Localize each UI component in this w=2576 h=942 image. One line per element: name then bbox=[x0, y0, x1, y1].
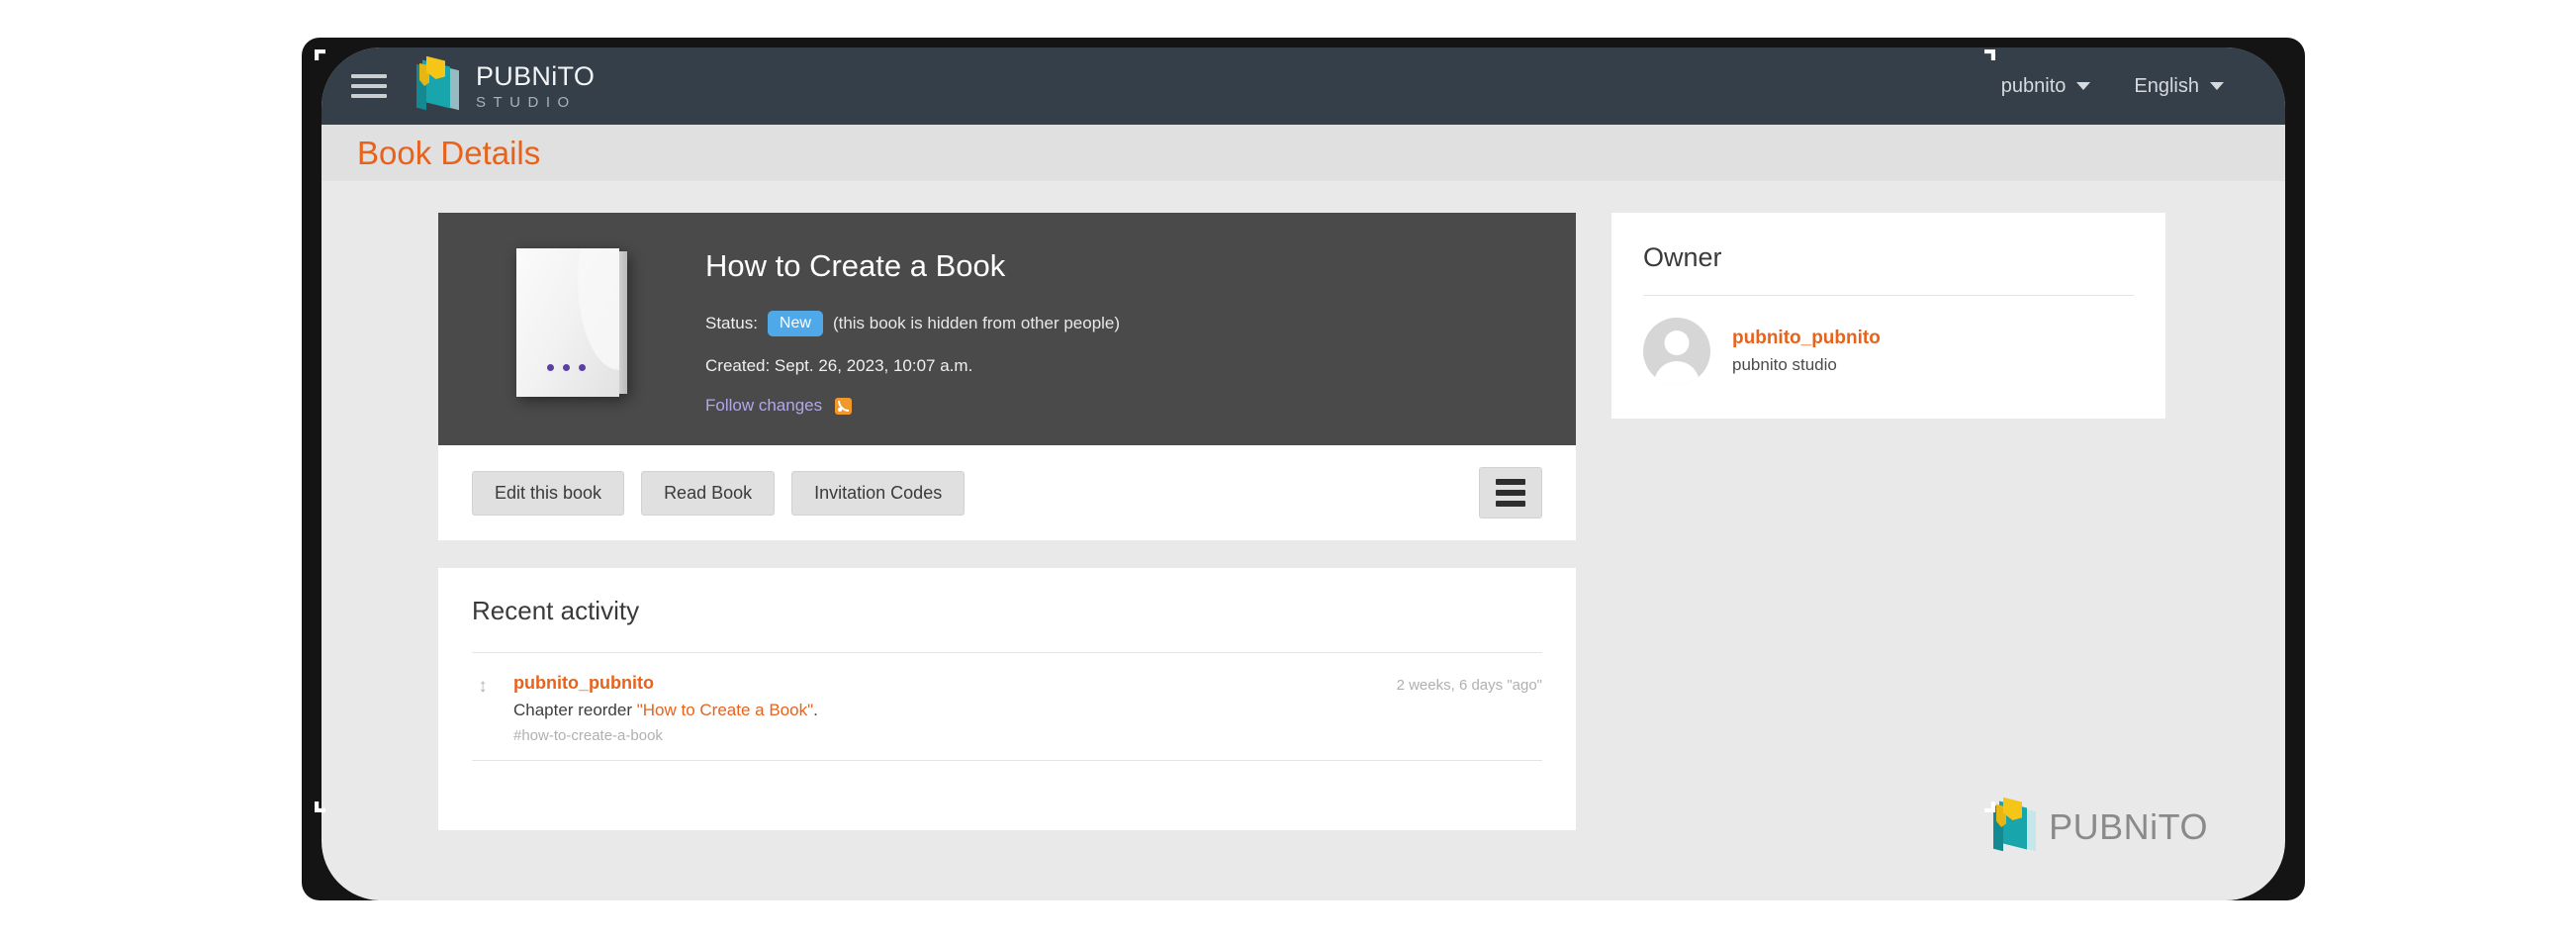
owner-row: pubnito_pubnito pubnito studio bbox=[1643, 318, 2134, 385]
activity-action-prefix: Chapter reorder bbox=[513, 701, 637, 719]
owner-divider bbox=[1643, 295, 2134, 296]
language-menu-dropdown[interactable]: English bbox=[2134, 75, 2224, 98]
recent-activity-card: Recent activity ↕ pubnito_pubnito Chapte… bbox=[438, 568, 1576, 830]
invitation-codes-button[interactable]: Invitation Codes bbox=[791, 470, 966, 516]
book-title: How to Create a Book bbox=[705, 248, 1006, 283]
reorder-arrows-icon: ↕ bbox=[478, 676, 488, 697]
activity-user-link[interactable]: pubnito_pubnito bbox=[513, 673, 654, 693]
hamburger-bar bbox=[351, 74, 387, 78]
activity-timestamp: 2 weeks, 6 days "ago" bbox=[1396, 677, 1542, 694]
book-cover-container bbox=[438, 242, 705, 416]
pubnito-book-logo bbox=[1993, 800, 2039, 855]
activity-slug: #how-to-create-a-book bbox=[513, 727, 663, 744]
book-action-bar: Edit this book Read Book Invitation Code… bbox=[438, 445, 1576, 540]
status-label: Status: bbox=[705, 314, 758, 332]
activity-body: pubnito_pubnito Chapter reorder "How to … bbox=[513, 673, 1377, 744]
status-badge: New bbox=[767, 311, 823, 336]
overflow-bar bbox=[1496, 501, 1525, 507]
edit-book-button[interactable]: Edit this book bbox=[472, 470, 625, 516]
owner-text: pubnito_pubnito pubnito studio bbox=[1732, 328, 1881, 375]
activity-description: Chapter reorder "How to Create a Book". bbox=[513, 701, 1377, 720]
owner-heading: Owner bbox=[1643, 242, 1722, 272]
hamburger-menu-icon[interactable] bbox=[351, 69, 391, 103]
browser-viewport: PUBNiTO STUDIO pubnito English Book Deta… bbox=[322, 47, 2285, 900]
book-status-line: Status: New (this book is hidden from ot… bbox=[705, 311, 1120, 336]
blank-book-cover[interactable] bbox=[516, 248, 627, 397]
activity-row bbox=[472, 760, 1542, 797]
pubnito-watermark: PUBNiTO bbox=[1993, 800, 2208, 855]
recent-activity-heading: Recent activity bbox=[472, 596, 640, 625]
cover-dot bbox=[578, 364, 586, 371]
chevron-down-icon bbox=[2210, 82, 2224, 90]
activity-book-link[interactable]: "How to Create a Book" bbox=[637, 701, 813, 719]
owner-card: Owner pubnito_pubnito pubnito studio bbox=[1611, 213, 2165, 419]
book-detail-card: How to Create a Book Status: New (this b… bbox=[438, 213, 1576, 445]
sidebar-column: Owner pubnito_pubnito pubnito studio bbox=[1611, 213, 2165, 900]
overflow-bar bbox=[1496, 490, 1525, 496]
overflow-bar bbox=[1496, 479, 1525, 485]
primary-column: How to Create a Book Status: New (this b… bbox=[438, 213, 1576, 900]
brand-tagline: STUDIO bbox=[476, 93, 577, 111]
owner-subtitle: pubnito studio bbox=[1732, 355, 1837, 374]
user-avatar-placeholder bbox=[1643, 318, 1710, 385]
hamburger-bar bbox=[351, 84, 387, 88]
hamburger-bar bbox=[351, 94, 387, 98]
activity-action-suffix: . bbox=[813, 701, 818, 719]
activity-row: ↕ pubnito_pubnito Chapter reorder "How t… bbox=[472, 652, 1542, 760]
page-title: Book Details bbox=[357, 134, 541, 171]
brand-logo-link[interactable]: PUBNiTO STUDIO bbox=[416, 58, 595, 114]
book-created-line: Created: Sept. 26, 2023, 10:07 a.m. bbox=[705, 356, 973, 375]
watermark-text: PUBNiTO bbox=[2049, 806, 2208, 847]
user-menu-dropdown[interactable]: pubnito bbox=[2001, 75, 2091, 98]
brand-name: PUBNiTO bbox=[476, 60, 596, 91]
cover-dot bbox=[562, 364, 570, 371]
follow-changes-row: Follow changes bbox=[705, 396, 1120, 416]
book-cover-dots bbox=[516, 364, 615, 371]
rss-feed-icon[interactable] bbox=[835, 397, 853, 415]
language-menu-label: English bbox=[2134, 74, 2199, 97]
chevron-down-icon bbox=[2076, 82, 2091, 90]
read-book-button[interactable]: Read Book bbox=[641, 470, 776, 516]
top-navbar: PUBNiTO STUDIO pubnito English bbox=[322, 47, 2285, 125]
book-info: How to Create a Book Status: New (this b… bbox=[705, 242, 1120, 416]
cover-dot bbox=[546, 364, 554, 371]
book-overflow-menu-button[interactable] bbox=[1479, 467, 1542, 518]
user-menu-label: pubnito bbox=[2000, 74, 2067, 97]
main-content: How to Create a Book Status: New (this b… bbox=[322, 181, 2285, 900]
page-title-band: Book Details bbox=[322, 125, 2285, 181]
pubnito-book-logo bbox=[416, 58, 462, 114]
owner-name-link[interactable]: pubnito_pubnito bbox=[1732, 328, 1881, 349]
follow-changes-link[interactable]: Follow changes bbox=[705, 396, 822, 416]
status-note: (this book is hidden from other people) bbox=[832, 314, 1121, 332]
